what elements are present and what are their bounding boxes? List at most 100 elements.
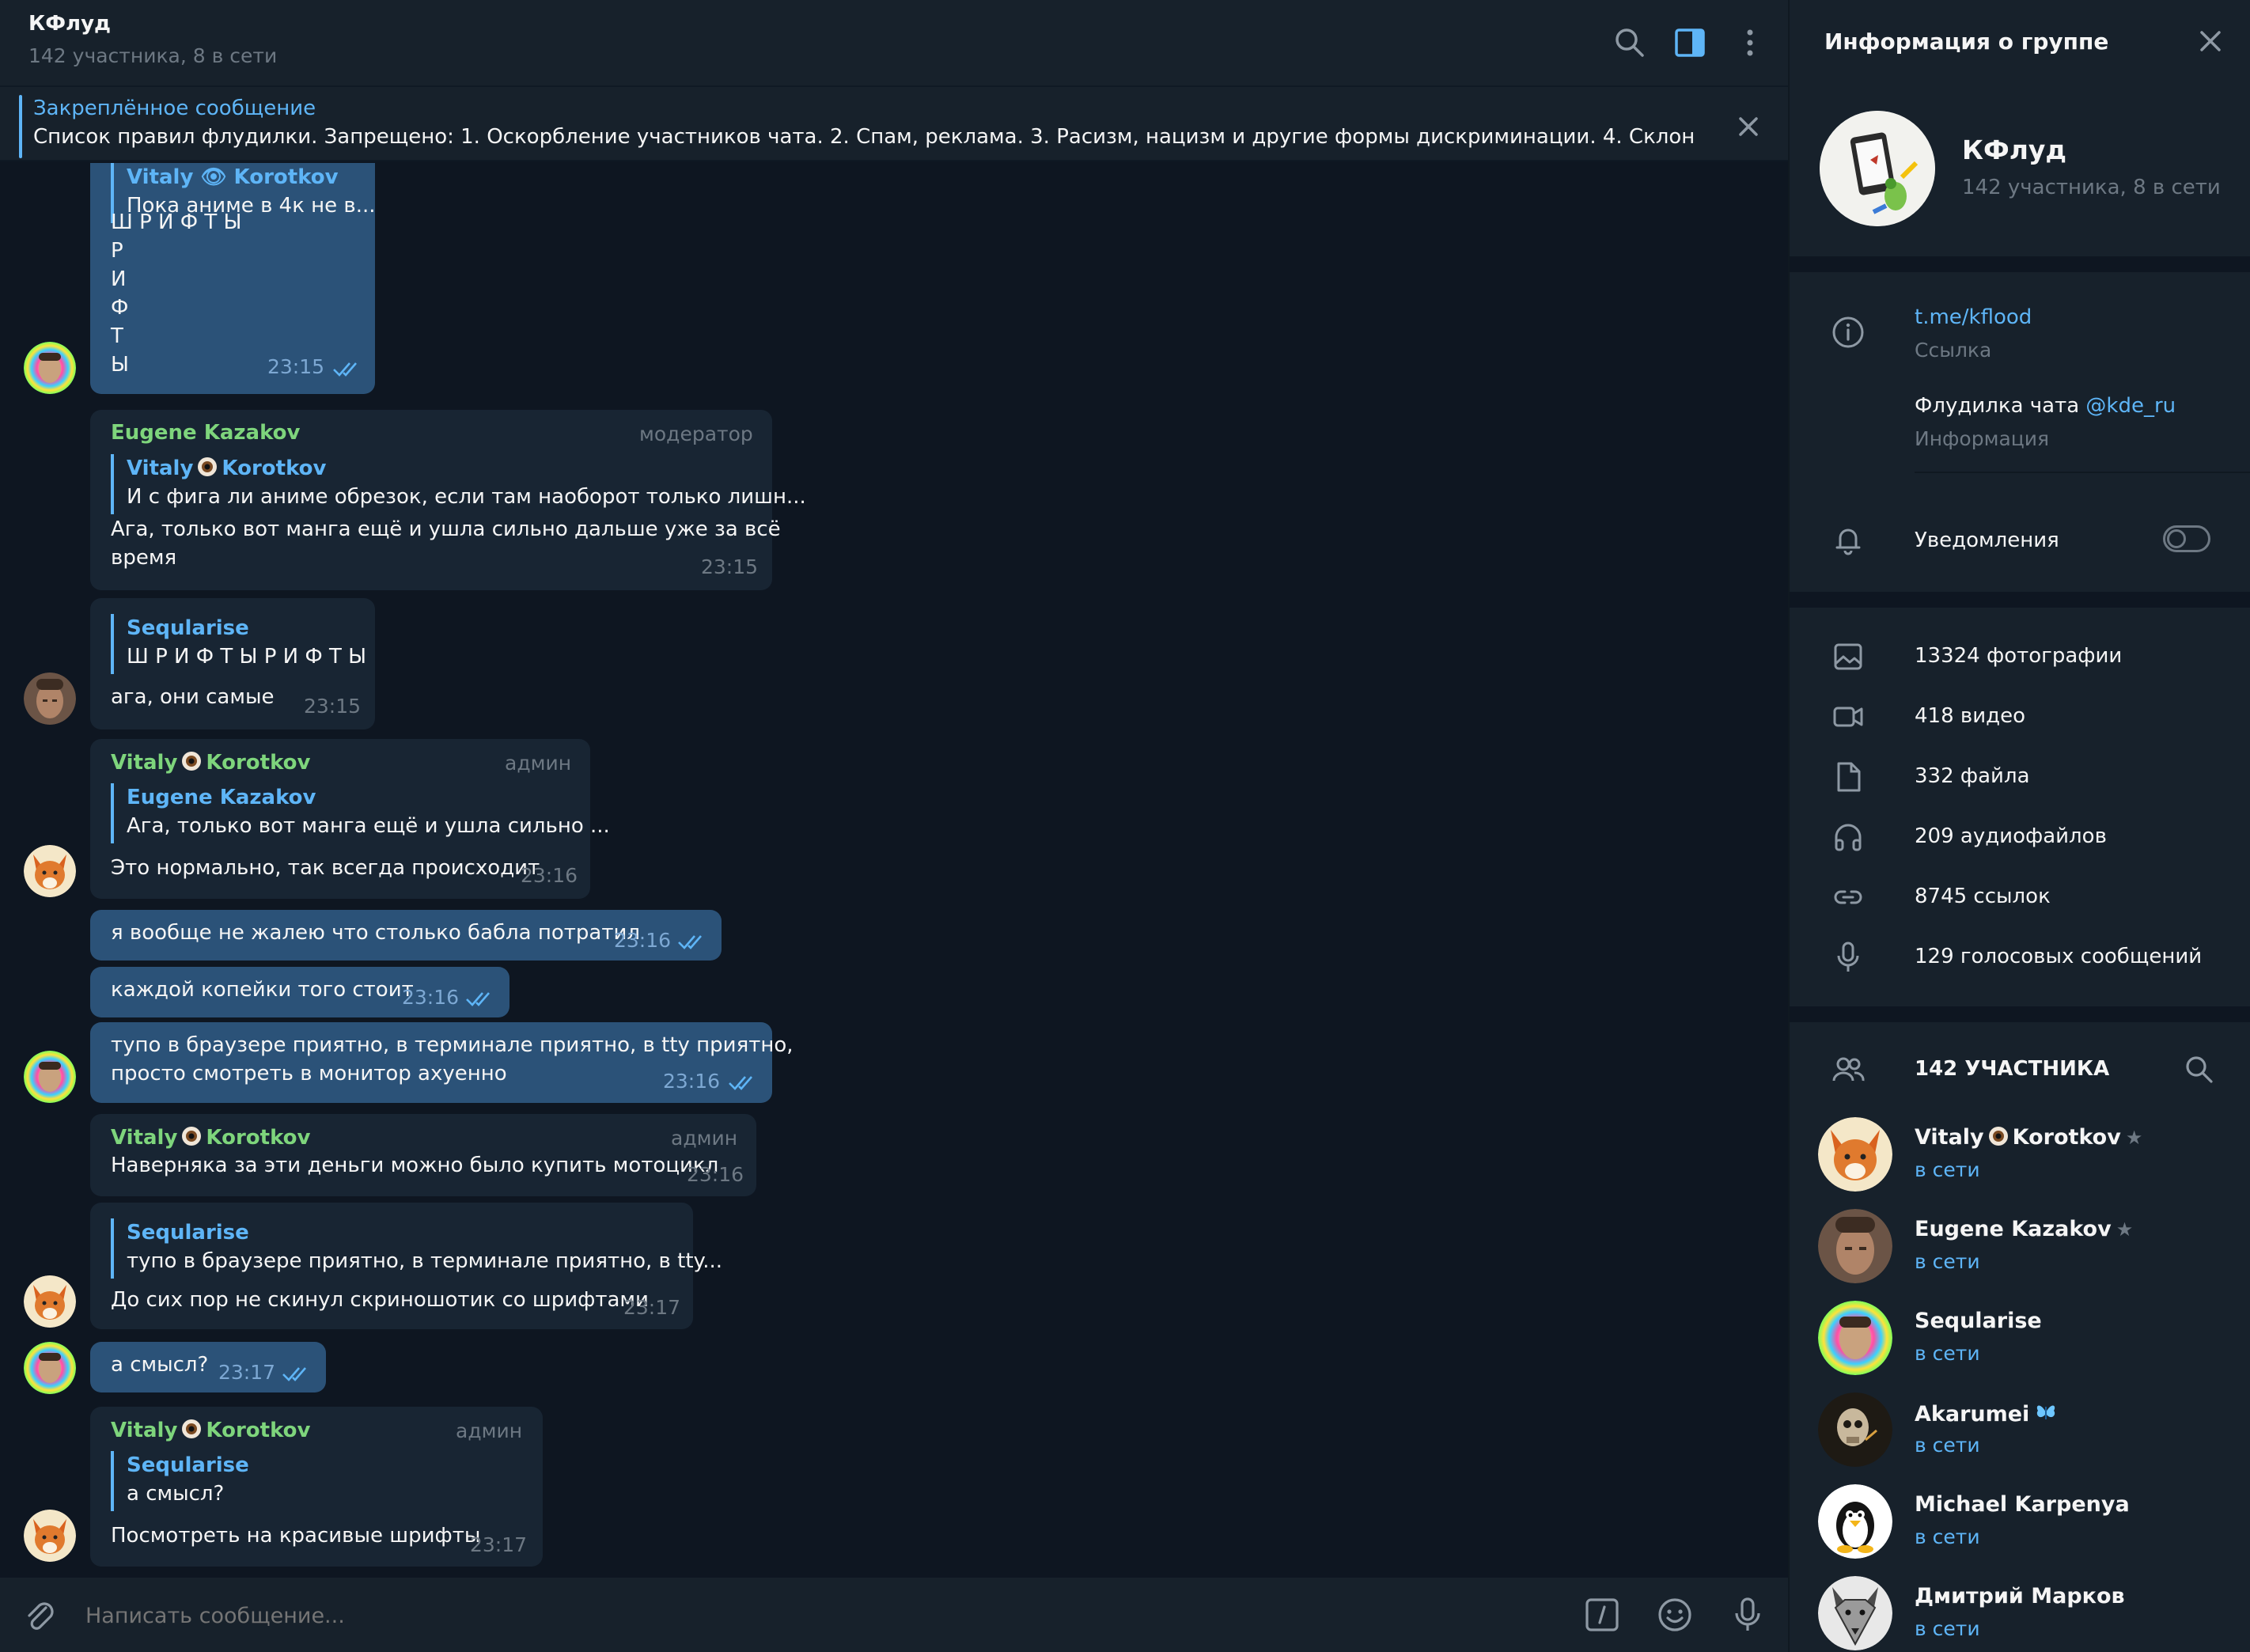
avatar[interactable] [24,1510,76,1562]
avatar[interactable] [24,1275,76,1328]
eye-emoji-icon [182,1419,202,1438]
sender-name[interactable]: Vitaly Korotkov [111,1418,311,1442]
role-badge: админ [456,1419,523,1442]
group-link[interactable]: t.me/kflood [1915,305,2032,329]
pinned-message[interactable]: Закреплённое сообщение Список правил флу… [0,85,1788,161]
reply-text: И с фига ли аниме обрезок, если там наоб… [127,485,806,509]
reply-text: а смысл? [127,1482,225,1506]
message-list[interactable]: Vitaly 👁 Korotkov Пока аниме в 4к не в..… [0,163,1788,1578]
toggle-knob [2167,529,2186,548]
message-time: 23:15 [701,555,759,578]
message-bubble[interactable]: Seqularise Ш Р И Ф Т Ы Р И Ф Т Ы ага, он… [90,598,375,729]
eye-emoji-icon [182,752,202,771]
message-composer [0,1578,1788,1652]
group-avatar[interactable] [1820,111,1935,226]
reply-quote[interactable]: Seqularise Ш Р И Ф Т Ы Р И Ф Т Ы [111,614,366,674]
message-bubble[interactable]: Seqularise тупо в браузере приятно, в те… [90,1203,722,1329]
reply-sender: Vitaly Korotkov [127,454,806,483]
reply-sender: Seqularise [127,1221,249,1245]
search-icon[interactable] [1611,24,1649,62]
emoji-icon[interactable] [1655,1595,1695,1635]
message-input[interactable] [85,1600,1509,1631]
message-time: 23:17 [218,1361,276,1384]
avatar[interactable] [24,1051,76,1103]
message-bubble[interactable]: Vitaly 👁 Korotkov Пока аниме в 4к не в..… [90,163,376,394]
description-text: Флудилка чата [1915,394,2086,418]
members-icon [1831,1052,1866,1087]
avatar[interactable] [24,342,76,394]
role-badge: админ [505,752,572,775]
message-time: 23:16 [402,986,460,1009]
avatar[interactable] [24,673,76,725]
close-icon[interactable] [2191,22,2229,60]
member-row[interactable]: Vitaly Korotkov ★ в сети [1790,1117,2250,1209]
sender-name[interactable]: Vitaly Korotkov [111,750,311,775]
microphone-icon [1831,940,1866,975]
chat-header[interactable]: КФлуд 142 участника, 8 в сети [0,0,1788,85]
member-full-name: Eugene Kazakov [1915,1217,2112,1241]
member-full-name: Akarumei [1915,1402,2030,1427]
message-bubble[interactable]: Vitaly Korotkov админ Seqularise а смысл?… [90,1407,543,1567]
media-voice[interactable]: 129 голосовых сообщений [1915,945,2202,968]
message-text: а смысл? [111,1353,209,1377]
microphone-icon[interactable] [1728,1595,1767,1635]
notifications-toggle[interactable] [2163,525,2210,552]
member-row[interactable]: Michael Karpenya в сети [1790,1484,2250,1576]
message-text: я вообще не жалею что столько бабла потр… [111,921,641,945]
message-bubble[interactable]: Eugene Kazakov модератор Vitaly Korotkov … [90,410,806,590]
avatar [1818,1209,1892,1283]
group-name: КФлуд [1962,135,2067,165]
media-files[interactable]: 332 файла [1915,764,2030,788]
panel-title: Информация о группе [1824,28,2109,55]
link-icon [1831,880,1866,915]
member-row[interactable]: Akarumei в сети [1790,1392,2250,1484]
sender-last: Korotkov [206,1419,311,1442]
message-time: 23:15 [267,355,325,378]
media-links[interactable]: 8745 ссылок [1915,885,2051,908]
read-checks-icon [333,362,357,377]
media-audio[interactable]: 209 аудиофайлов [1915,824,2107,848]
notifications-label: Уведомления [1915,529,2059,552]
more-vertical-icon[interactable] [1731,24,1769,62]
message-text: Р [111,239,123,263]
chat-title[interactable]: КФлуд [28,12,111,36]
member-row[interactable]: Seqularise в сети [1790,1301,2250,1392]
file-icon [1831,760,1866,794]
reply-quote[interactable]: Eugene Kazakov Ага, только вот манга ещё… [111,783,610,843]
media-photos[interactable]: 13324 фотографии [1915,644,2122,668]
message-bubble[interactable]: Vitaly Korotkov админ Наверняка за эти де… [90,1114,756,1196]
message-bubble[interactable]: я вообще не жалею что столько бабла потр… [90,910,722,961]
mention-link[interactable]: @kde_ru [2085,394,2176,418]
pinned-title: Закреплённое сообщение [33,97,316,120]
avatar[interactable] [24,845,76,897]
sidebar-toggle-icon[interactable] [1671,24,1709,62]
message-time: 23:17 [470,1533,528,1556]
member-name: Seqularise [1915,1309,2042,1333]
reply-quote[interactable]: Seqularise тупо в браузере приятно, в те… [111,1218,722,1279]
search-icon[interactable] [2182,1052,2217,1087]
message-bubble[interactable]: каждой копейки того стоит 23:16 [90,967,509,1017]
sender-name[interactable]: Vitaly Korotkov [111,1125,311,1150]
avatar [1818,1484,1892,1559]
message-bubble[interactable]: а смысл? 23:17 [90,1342,326,1392]
message-text: До сих пор не скинул скриношотик со шриф… [111,1288,649,1312]
member-row[interactable]: Дмитрий Марков в сети [1790,1576,2250,1652]
message-bubble[interactable]: Vitaly Korotkov админ Eugene Kazakov Ага,… [90,739,610,899]
close-icon[interactable] [1729,108,1767,146]
media-videos[interactable]: 418 видео [1915,704,2025,728]
avatar [1818,1117,1892,1192]
eye-emoji-icon [1988,1127,2008,1146]
message-bubble[interactable]: тупо в браузере приятно, в терминале при… [90,1022,794,1103]
sender-name[interactable]: Eugene Kazakov [111,421,300,445]
message-text: Посмотреть на красивые шрифты [111,1524,481,1548]
reply-sender-first: Vitaly [127,457,194,480]
reply-quote[interactable]: Seqularise а смысл? [111,1451,249,1511]
sender-first: Vitaly [111,1419,178,1442]
read-checks-icon [282,1367,306,1381]
bot-command-icon[interactable] [1582,1595,1622,1635]
member-row[interactable]: Eugene Kazakov ★ в сети [1790,1209,2250,1301]
attach-icon[interactable] [21,1597,59,1635]
reply-quote[interactable]: Vitaly Korotkov И с фига ли аниме обрезок… [111,454,806,514]
avatar[interactable] [24,1342,76,1394]
photo-icon [1831,639,1866,674]
